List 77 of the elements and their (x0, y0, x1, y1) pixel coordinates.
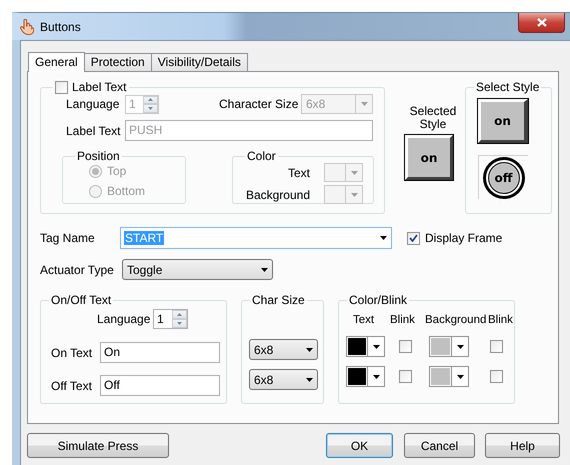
group-title: Select Style (476, 80, 540, 94)
dropdown[interactable]: Toggle (122, 259, 273, 280)
caret-icon (306, 348, 312, 352)
checkbox[interactable] (399, 340, 412, 353)
field-label: Tag Name (40, 231, 96, 245)
field-label: Language (66, 97, 120, 111)
radio-label: Bottom (107, 184, 146, 198)
down-arrow-icon (148, 106, 153, 110)
dialog-button[interactable]: Cancel (404, 433, 475, 458)
group-title: Position (77, 149, 120, 163)
column-header: Background (425, 314, 485, 326)
input-field[interactable]: On (100, 342, 220, 363)
checkbox[interactable] (490, 340, 503, 353)
caret-icon (372, 344, 380, 348)
tab[interactable]: Visibility/Details (150, 53, 248, 71)
field-label: Background (244, 188, 310, 202)
style-preview: on (405, 135, 453, 180)
checkbox[interactable] (490, 370, 503, 383)
spin-field[interactable]: 1 (153, 309, 188, 329)
style-label: Selected Style (408, 105, 458, 131)
column-header: Blink (488, 314, 514, 326)
column-header: Text (353, 314, 376, 326)
spin-up-button[interactable] (172, 310, 187, 319)
column-header: Blink (390, 314, 414, 326)
input-field[interactable]: Off (100, 375, 220, 396)
caret-icon (260, 268, 268, 272)
field-label: Label Text (66, 124, 122, 138)
color-dropdown[interactable] (346, 336, 385, 357)
group-title: Color/Blink (349, 293, 408, 307)
group-title: Color (247, 149, 276, 163)
close-icon (536, 18, 546, 27)
up-arrow-icon (148, 98, 153, 102)
spin-up-button[interactable] (143, 96, 158, 104)
caret-icon (456, 374, 464, 378)
tab[interactable]: General (28, 52, 85, 72)
checkbox-label: Display Frame (425, 231, 502, 245)
close-button[interactable] (518, 13, 565, 33)
dialog-button[interactable]: Help (485, 433, 560, 458)
style-option[interactable]: on (478, 99, 528, 143)
field-label: Off Text (51, 378, 93, 392)
caret-icon (360, 102, 368, 106)
radio-button[interactable] (89, 184, 102, 198)
color-dropdown[interactable] (346, 366, 385, 387)
radio-label: Top (107, 164, 126, 178)
color-dropdown[interactable] (429, 366, 469, 387)
color-dropdown[interactable] (429, 336, 469, 357)
field-label: Text (286, 166, 310, 180)
field-label: On Text (51, 346, 94, 360)
up-arrow-icon (177, 313, 182, 316)
color-dropdown[interactable] (324, 163, 363, 182)
spin-down-button[interactable] (143, 104, 158, 112)
field-label: Language (97, 312, 152, 326)
color-dropdown[interactable] (324, 185, 363, 204)
caret-icon (380, 236, 386, 240)
checkbox[interactable] (407, 232, 420, 244)
spin-down-button[interactable] (172, 319, 187, 328)
tab[interactable]: Protection (84, 53, 152, 71)
hand-icon (20, 18, 34, 34)
checkbox[interactable] (55, 80, 68, 94)
caret-icon (372, 374, 380, 378)
caret-icon (350, 170, 358, 174)
dropdown[interactable]: 6x8 (249, 339, 318, 360)
group-title: Char Size (252, 293, 305, 307)
radio-button[interactable] (89, 164, 102, 178)
window-title: Buttons (40, 20, 81, 34)
checkbox-label: Label Text (72, 80, 126, 94)
caret-icon (350, 192, 358, 196)
dropdown[interactable]: 6x8 (249, 369, 318, 390)
group-title: On/Off Text (51, 293, 112, 307)
dialog-button[interactable]: OK (326, 433, 393, 458)
caret-icon (456, 344, 464, 348)
field-label: Character Size (219, 97, 300, 111)
checkbox[interactable] (399, 370, 412, 383)
caret-icon (306, 378, 312, 382)
down-arrow-icon (177, 322, 182, 325)
field-label: Actuator Type (40, 262, 115, 276)
dialog-button[interactable]: Simulate Press (27, 433, 169, 458)
